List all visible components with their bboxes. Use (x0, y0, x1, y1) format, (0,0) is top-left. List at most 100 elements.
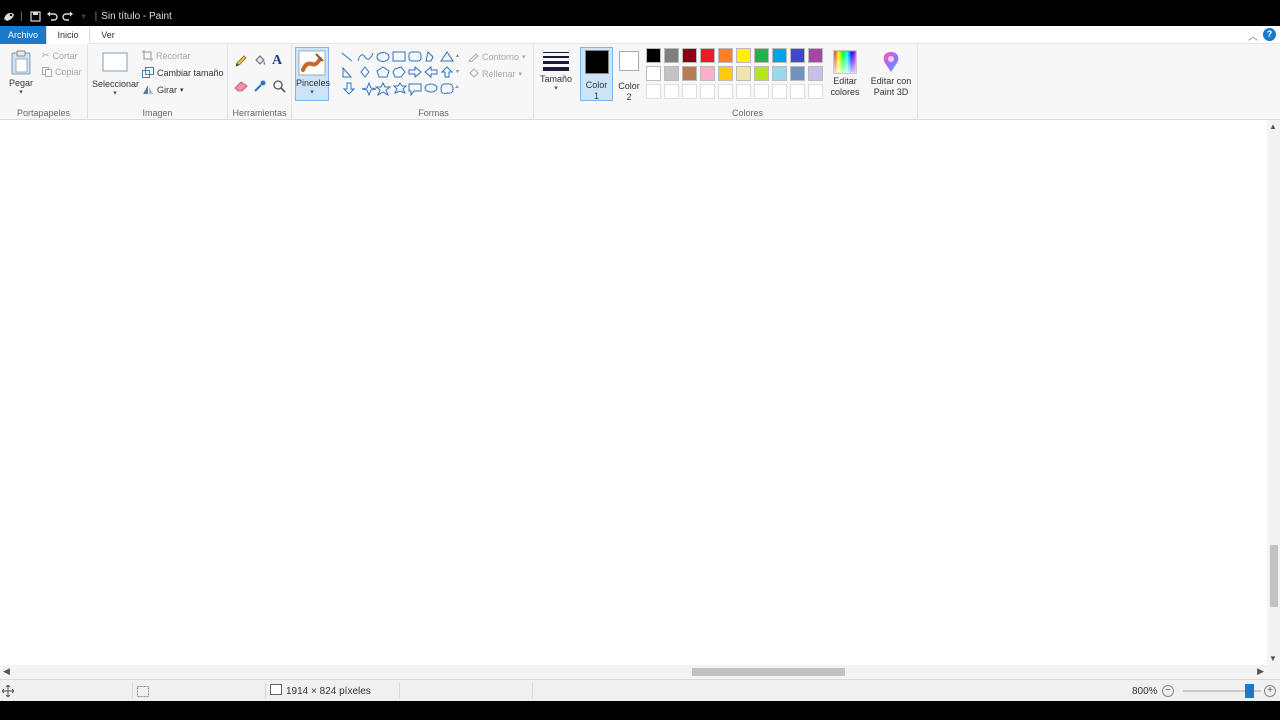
fill-button[interactable]: Rellenar ▾ (468, 68, 522, 79)
palette-swatch[interactable] (772, 48, 787, 63)
group-shapes: ▴ ▾ ⩡ Contorno ▾ Rellenar ▾ Formas (334, 44, 534, 120)
fill-dropdown-icon[interactable]: ▾ (519, 70, 523, 78)
resize-button[interactable]: Cambiar tamaño (142, 67, 224, 78)
palette-swatch[interactable] (808, 66, 823, 81)
group-size: Tamaño ▾ (534, 44, 578, 120)
tab-file[interactable]: Archivo (0, 26, 46, 44)
custom-color-slot[interactable] (646, 84, 661, 99)
palette-swatch[interactable] (790, 48, 805, 63)
custom-color-slot[interactable] (772, 84, 787, 99)
brushes-button[interactable]: Pinceles ▾ (295, 47, 330, 101)
custom-color-slot[interactable] (718, 84, 733, 99)
outline-button[interactable]: Contorno ▾ (468, 51, 526, 62)
palette-swatch[interactable] (808, 48, 823, 63)
shapes-scroll-up-icon[interactable]: ▴ (456, 52, 459, 59)
palette-swatch[interactable] (682, 66, 697, 81)
palette-swatch[interactable] (772, 66, 787, 81)
select-dropdown-icon[interactable]: ▾ (92, 89, 138, 97)
palette-swatch[interactable] (718, 48, 733, 63)
tab-view[interactable]: Ver (90, 26, 126, 44)
rotate-label: Girar (157, 84, 177, 95)
shapes-gallery (338, 49, 460, 99)
custom-color-slot[interactable] (754, 84, 769, 99)
rotate-button[interactable]: Girar ▾ (142, 84, 184, 95)
shapes-expand-icon[interactable]: ⩡ (455, 84, 459, 92)
custom-color-slot[interactable] (808, 84, 823, 99)
brush-icon (298, 50, 326, 76)
cut-button[interactable]: ✂ Cortar (42, 50, 78, 61)
palette-swatch[interactable] (718, 66, 733, 81)
fill-bucket-icon[interactable] (253, 54, 267, 68)
save-icon[interactable] (29, 9, 43, 23)
color-palette (646, 48, 831, 104)
palette-swatch[interactable] (664, 48, 679, 63)
color-picker-icon[interactable] (253, 79, 267, 93)
custom-color-slot[interactable] (790, 84, 805, 99)
zoom-out-icon[interactable]: − (1162, 685, 1174, 697)
custom-color-slot[interactable] (682, 84, 697, 99)
vertical-scroll-thumb[interactable] (1270, 545, 1278, 607)
magnifier-icon[interactable] (272, 79, 286, 93)
palette-swatch[interactable] (646, 66, 661, 81)
status-divider-4 (532, 683, 533, 699)
palette-swatch[interactable] (664, 66, 679, 81)
zoom-in-icon[interactable]: + (1264, 685, 1276, 697)
scissors-icon: ✂ (42, 50, 50, 60)
palette-swatch[interactable] (736, 66, 751, 81)
paint-window: | ▿ | Sin título - Paint Archivo Inicio … (0, 0, 1280, 720)
horizontal-scroll-thumb[interactable] (692, 668, 845, 676)
zoom-slider-thumb[interactable] (1245, 684, 1254, 698)
pencil-icon[interactable] (234, 54, 248, 68)
text-tool-icon[interactable]: A (272, 53, 282, 69)
color2-button[interactable]: Color 2 (615, 51, 643, 103)
paint-app-icon[interactable] (2, 9, 16, 23)
palette-swatch[interactable] (646, 48, 661, 63)
crop-button[interactable]: Recortar (142, 50, 191, 61)
palette-swatch[interactable] (736, 48, 751, 63)
color1-button[interactable]: Color 1 (580, 47, 613, 101)
shapes-gallery-icons[interactable] (338, 49, 462, 99)
crop-icon (142, 50, 153, 61)
undo-icon[interactable] (45, 9, 59, 23)
crop-label: Recortar (156, 50, 191, 61)
scroll-down-icon[interactable]: ▼ (1269, 654, 1277, 663)
size-dropdown-icon[interactable]: ▾ (538, 84, 574, 92)
paste-dropdown-icon[interactable]: ▾ (6, 88, 36, 96)
customize-quick-access-icon[interactable]: ▿ (77, 9, 91, 23)
custom-color-slot[interactable] (736, 84, 751, 99)
ribbon: Pegar ▾ ✂ Cortar Copiar Portapapeles Sel… (0, 44, 1280, 120)
copy-button[interactable]: Copiar (42, 67, 82, 77)
eraser-icon[interactable] (234, 80, 248, 92)
scroll-right-icon[interactable]: ▶ (1257, 666, 1264, 677)
rotate-dropdown-icon[interactable]: ▾ (180, 86, 184, 94)
scroll-left-icon[interactable]: ◀ (3, 666, 10, 677)
brushes-dropdown-icon[interactable]: ▾ (296, 88, 328, 96)
collapse-ribbon-icon[interactable]: ︿ (1248, 28, 1258, 43)
shapes-scroll-down-icon[interactable]: ▾ (456, 68, 459, 75)
horizontal-scrollbar[interactable]: ◀ ▶ (0, 665, 1267, 679)
palette-swatch[interactable] (682, 48, 697, 63)
ribbon-tabs: Archivo Inicio Ver ︿ ? (0, 26, 1280, 45)
outline-dropdown-icon[interactable]: ▾ (522, 53, 526, 61)
vertical-scrollbar[interactable]: ▲ ▼ (1267, 120, 1280, 665)
custom-color-slot[interactable] (700, 84, 715, 99)
edit-paint3d-button[interactable]: Editar con Paint 3D (866, 50, 916, 98)
palette-swatch[interactable] (754, 66, 769, 81)
tab-home[interactable]: Inicio (46, 26, 90, 45)
paint3d-icon (880, 50, 902, 74)
palette-swatch[interactable] (754, 48, 769, 63)
palette-swatch[interactable] (700, 48, 715, 63)
group-tools: A Herramientas (228, 44, 292, 120)
paste-button[interactable]: Pegar ▾ (6, 50, 36, 96)
group-image: Seleccionar ▾ Recortar Cambiar tamaño Gi… (88, 44, 228, 120)
palette-swatch[interactable] (700, 66, 715, 81)
scroll-up-icon[interactable]: ▲ (1269, 122, 1277, 131)
palette-swatch[interactable] (790, 66, 805, 81)
edit-colors-button[interactable]: Editar colores (828, 50, 862, 98)
select-button[interactable]: Seleccionar ▾ (92, 52, 139, 97)
custom-color-slot[interactable] (664, 84, 679, 99)
drawing-canvas[interactable] (0, 120, 1267, 665)
help-icon[interactable]: ? (1263, 28, 1276, 41)
size-button[interactable]: Tamaño ▾ (538, 50, 574, 92)
redo-icon[interactable] (61, 9, 75, 23)
